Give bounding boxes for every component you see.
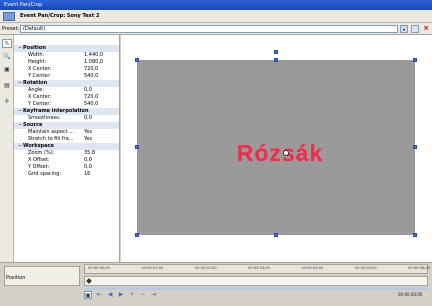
property-value[interactable]: 0,0 (84, 164, 92, 171)
crop-handle-bottom-right[interactable] (413, 233, 417, 237)
section-header[interactable]: −Rotation (14, 80, 119, 87)
plugin-icon (3, 12, 15, 21)
section-title: Workspace (23, 143, 54, 149)
property-row[interactable]: Grid spacing: 16 (14, 171, 119, 178)
property-name: Stretch to fill fra... (28, 136, 74, 142)
property-name: X Center: (28, 66, 52, 72)
timecode: 00:00:00;00 (398, 292, 423, 297)
section-title: Source (23, 122, 43, 128)
property-row[interactable]: X Center: 720,0 (14, 94, 119, 101)
ruler-tick-label: 00:00:03;00 (248, 266, 270, 270)
crop-handle-top-left[interactable] (135, 58, 139, 62)
crop-handle-left[interactable] (135, 145, 139, 149)
property-row[interactable]: Smoothness: 0,0 (14, 115, 119, 122)
tool-strip: ⇖ 🔍 ▣ ▤ ✛ (0, 35, 14, 262)
property-value[interactable]: 16 (84, 171, 90, 178)
property-name: X Offset: (28, 157, 50, 163)
property-value[interactable]: 0,0 (84, 87, 92, 94)
ruler-tick-label: 00:00:04;00 (301, 266, 324, 270)
section-header[interactable]: −Keyframe interpolation (14, 108, 119, 115)
zoom-tool-icon[interactable]: 🔍 (2, 52, 12, 61)
ruler-tick-label: 00:00:02;00 (194, 266, 217, 270)
property-row[interactable]: Zoom (%): 35,8 (14, 150, 119, 157)
property-row[interactable]: Maintain aspect ... Yes (14, 129, 119, 136)
property-name: Angle: (28, 87, 44, 93)
property-row[interactable]: Stretch to fill fra... Yes (14, 136, 119, 143)
normal-edit-tool-icon[interactable]: ⇖ (2, 39, 12, 48)
next-keyframe-icon[interactable]: ▶ (117, 291, 125, 299)
sync-cursor-icon[interactable]: ▣ (84, 291, 92, 299)
overlay-text: Rózsák (236, 140, 324, 166)
section-header[interactable]: −Position (14, 45, 119, 52)
transport-controls: ▣ ⇤ ◀ ▶ + − ⇥ (84, 290, 204, 300)
property-name: Width: (28, 52, 45, 58)
property-value[interactable]: 720,0 (84, 94, 98, 101)
property-name: X Center: (28, 94, 52, 100)
prev-keyframe-icon[interactable]: ◀ (106, 291, 114, 299)
property-value[interactable]: Yes (84, 129, 92, 136)
preset-label: Preset: (2, 26, 20, 32)
center-point[interactable] (283, 150, 289, 156)
preset-row: Preset: (Default) ▾ × (0, 23, 432, 35)
section-title: Position (23, 45, 46, 51)
move-freely-icon[interactable]: ✛ (2, 97, 12, 106)
first-keyframe-icon[interactable]: ⇤ (95, 291, 103, 299)
property-name: Height: (28, 59, 47, 65)
keyframe-track[interactable] (84, 276, 428, 286)
property-row[interactable]: Y Center: 540,0 (14, 101, 119, 108)
ruler-tick-label: 00:00:01;00 (141, 266, 164, 270)
property-value[interactable]: 0,0 (84, 157, 92, 164)
window-title: Event Pan/Crop (4, 2, 43, 8)
crop-handle-right[interactable] (413, 145, 417, 149)
window-title-bar: Event Pan/Crop (0, 0, 432, 10)
property-row[interactable]: Y Center: 540,0 (14, 73, 119, 80)
preset-select[interactable]: (Default) (20, 25, 398, 33)
delete-keyframe-icon[interactable]: − (139, 291, 147, 299)
header-bar: Event Pan/Crop: Sony Text 2 (0, 10, 432, 23)
property-value[interactable]: 720,0 (84, 66, 98, 73)
header-title: Event Pan/Crop: Sony Text 2 (20, 13, 100, 19)
size-about-center-icon[interactable]: ▤ (2, 81, 12, 90)
property-name: Grid spacing: (28, 171, 62, 177)
crop-handle-bottom-left[interactable] (135, 233, 139, 237)
property-name: Y Center: (28, 101, 52, 107)
property-value[interactable]: 1.440,0 (84, 52, 103, 59)
save-preset-icon[interactable] (411, 25, 419, 33)
property-row[interactable]: X Center: 720,0 (14, 66, 119, 73)
crop-handle-bottom[interactable] (274, 233, 278, 237)
crop-handle-top[interactable] (274, 58, 278, 62)
section-title: Keyframe interpolation (23, 108, 89, 114)
ruler-tick-label: 00:00:06;00 (408, 266, 430, 270)
properties-panel: −Position Width: 1.440,0 Height: 1.080,0 X Ce… (14, 35, 120, 262)
property-name: Y Center: (28, 73, 52, 79)
property-name: Smoothness: (28, 115, 61, 121)
property-name: Zoom (%): (28, 150, 55, 156)
property-row[interactable]: Height: 1.080,0 (14, 59, 119, 66)
section-header[interactable]: −Source (14, 122, 119, 129)
property-row[interactable]: X Offset: 0,0 (14, 157, 119, 164)
last-keyframe-icon[interactable]: ⇥ (150, 291, 158, 299)
property-name: Maintain aspect ... (28, 129, 75, 135)
lock-aspect-icon[interactable]: ▣ (2, 65, 12, 74)
property-value[interactable]: 1.080,0 (84, 59, 103, 66)
chevron-down-icon[interactable]: ▾ (400, 25, 408, 33)
track-label: Position (6, 275, 26, 281)
property-row[interactable]: Width: 1.440,0 (14, 52, 119, 59)
property-name: Y Offset: (28, 164, 50, 170)
property-value[interactable]: 540,0 (84, 101, 98, 108)
property-value[interactable]: 35,8 (84, 150, 95, 157)
property-value[interactable]: 540,0 (84, 73, 98, 80)
section-title: Rotation (23, 80, 48, 86)
add-keyframe-icon[interactable]: + (128, 291, 136, 299)
delete-preset-icon[interactable]: × (422, 25, 430, 33)
crop-handle-top-right[interactable] (413, 58, 417, 62)
property-row[interactable]: Y Offset: 0,0 (14, 164, 119, 171)
ruler-tick-label: 00:00:00;00 (88, 266, 110, 270)
property-value[interactable]: Yes (84, 136, 92, 143)
ruler-tick-label: 00:00:05;00 (354, 266, 377, 270)
property-row[interactable]: Angle: 0,0 (14, 87, 119, 94)
rotation-handle[interactable] (274, 50, 278, 54)
section-header[interactable]: −Workspace (14, 143, 119, 150)
property-value[interactable]: 0,0 (84, 115, 92, 122)
